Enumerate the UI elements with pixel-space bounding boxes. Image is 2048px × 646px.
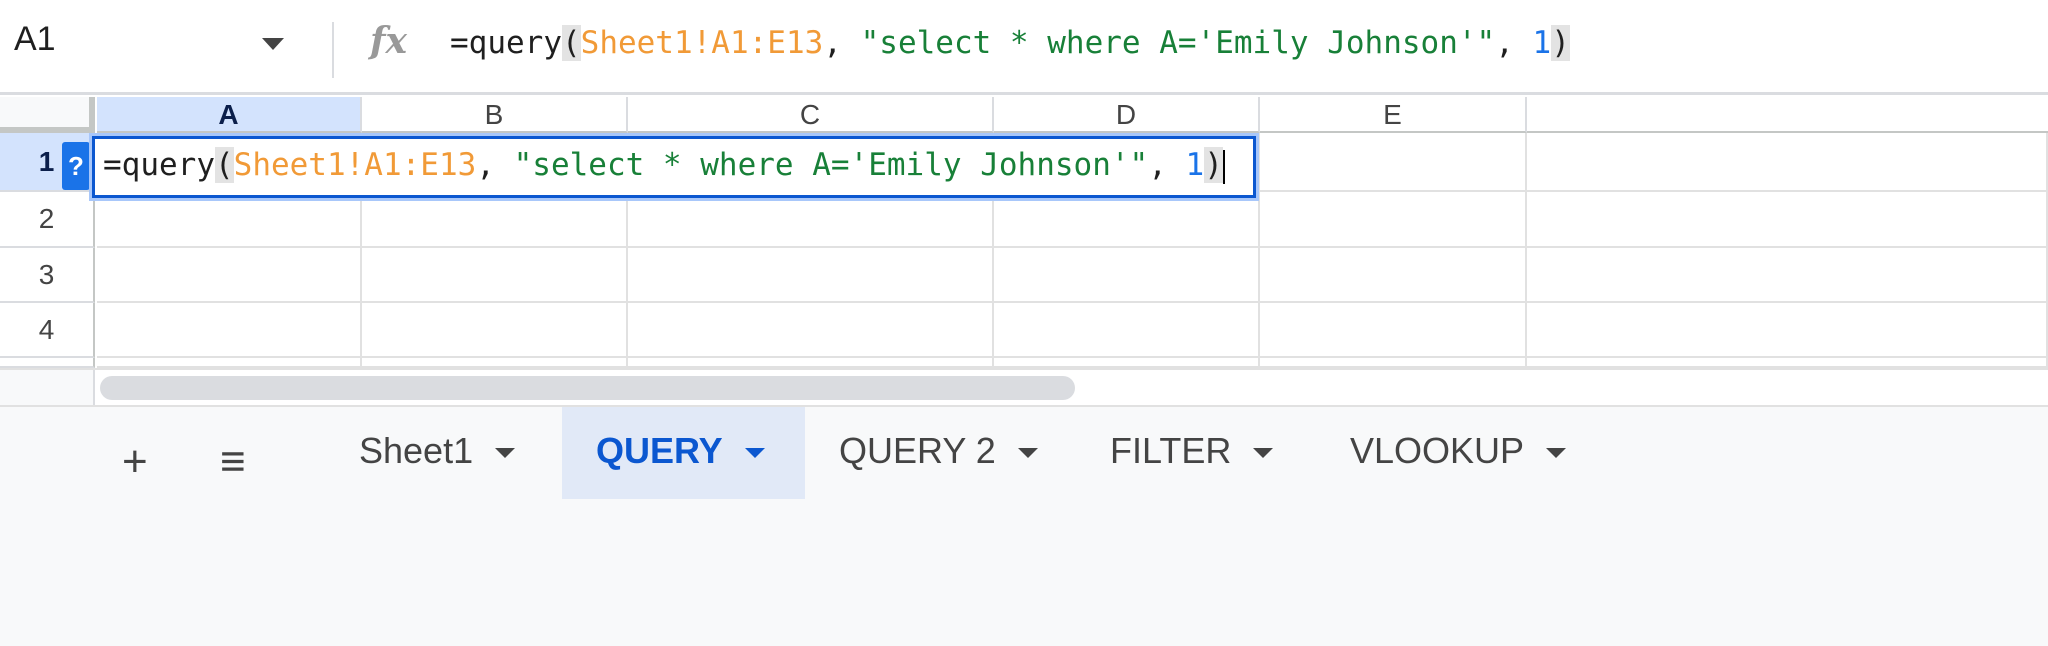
name-box[interactable]: A1: [14, 20, 56, 59]
tab-filter[interactable]: FILTER: [1076, 407, 1316, 499]
column-header-b[interactable]: B: [362, 97, 628, 133]
add-sheet-button[interactable]: +: [122, 437, 148, 487]
select-all-corner[interactable]: [0, 97, 95, 133]
cell-B3[interactable]: [362, 248, 628, 303]
formula-sep: ,: [476, 147, 514, 183]
cell-C3[interactable]: [628, 248, 994, 303]
tab-dropdown-icon[interactable]: [744, 448, 765, 459]
formula-help-button[interactable]: ?: [62, 142, 90, 190]
cell-A4[interactable]: [97, 303, 362, 358]
cell-D4[interactable]: [994, 303, 1260, 358]
cell-D3[interactable]: [994, 248, 1260, 303]
close-paren: ): [1551, 25, 1570, 61]
close-paren: ): [1204, 147, 1223, 183]
row-header-5[interactable]: [0, 358, 95, 368]
name-box-dropdown-icon[interactable]: [262, 38, 284, 50]
tab-query[interactable]: QUERY: [562, 407, 805, 499]
scrollbar-corner: [0, 370, 95, 407]
column-header-e[interactable]: E: [1260, 97, 1527, 133]
formula-function: =query: [450, 25, 562, 61]
tab-label: QUERY: [596, 430, 723, 471]
formula-sep: ,: [823, 25, 861, 61]
formula-number: 1: [1532, 25, 1552, 61]
tab-sheet1[interactable]: Sheet1: [325, 407, 562, 499]
cell-F5[interactable]: [1527, 358, 2048, 368]
tab-dropdown-icon[interactable]: [1017, 448, 1038, 459]
row-header-3[interactable]: 3: [0, 248, 95, 303]
column-header-f[interactable]: [1527, 97, 2048, 133]
tab-label: VLOOKUP: [1350, 430, 1525, 471]
tab-label: Sheet1: [359, 430, 474, 471]
tab-query-2[interactable]: QUERY 2: [805, 407, 1075, 499]
column-header-c[interactable]: C: [628, 97, 994, 133]
cell-D5[interactable]: [994, 358, 1260, 368]
column-header-a[interactable]: A: [97, 97, 362, 133]
cell-E4[interactable]: [1260, 303, 1527, 358]
cell-E1[interactable]: [1260, 133, 1527, 192]
row-header-4[interactable]: 4: [0, 303, 95, 358]
formula-string: "select * where A='Emily Johnson'": [513, 147, 1149, 183]
divider: [332, 22, 334, 78]
tab-dropdown-icon[interactable]: [495, 448, 516, 459]
cell-C2[interactable]: [628, 192, 994, 248]
tab-dropdown-icon[interactable]: [1253, 448, 1274, 459]
tab-dropdown-icon[interactable]: [1546, 448, 1567, 459]
cell-A3[interactable]: [97, 248, 362, 303]
cell-B5[interactable]: [362, 358, 628, 368]
open-paren: (: [214, 147, 234, 183]
formula-function: =query: [103, 147, 215, 183]
row-header-2[interactable]: 2: [0, 192, 95, 248]
cell-E2[interactable]: [1260, 192, 1527, 248]
cell-C4[interactable]: [628, 303, 994, 358]
cell-C5[interactable]: [628, 358, 994, 368]
cell-F2[interactable]: [1527, 192, 2048, 248]
formula-bar: A1 fx =query(Sheet1!A1:E13, "select * wh…: [0, 0, 2048, 95]
cell-E3[interactable]: [1260, 248, 1527, 303]
cell-B4[interactable]: [362, 303, 628, 358]
formula-range: Sheet1!A1:E13: [580, 25, 824, 61]
tab-label: FILTER: [1110, 430, 1232, 471]
all-sheets-menu-icon[interactable]: ≡: [220, 437, 246, 487]
cell-D2[interactable]: [994, 192, 1260, 248]
column-header-d[interactable]: D: [994, 97, 1260, 133]
open-paren: (: [561, 25, 581, 61]
horizontal-scrollbar[interactable]: [0, 368, 2048, 407]
cell-B2[interactable]: [362, 192, 628, 248]
cell-F3[interactable]: [1527, 248, 2048, 303]
formula-string: "select * where A='Emily Johnson'": [860, 25, 1496, 61]
cell-A2[interactable]: [97, 192, 362, 248]
tab-label: QUERY 2: [839, 430, 996, 471]
formula-number: 1: [1185, 147, 1205, 183]
scrollbar-thumb[interactable]: [100, 376, 1075, 400]
tab-vlookup[interactable]: VLOOKUP: [1316, 407, 1616, 499]
cell-F4[interactable]: [1527, 303, 2048, 358]
formula-input[interactable]: =query(Sheet1!A1:E13, "select * where A=…: [450, 25, 1570, 61]
cell-F1[interactable]: [1527, 133, 2048, 192]
formula-range: Sheet1!A1:E13: [233, 147, 477, 183]
cell-E5[interactable]: [1260, 358, 1527, 368]
fx-icon: fx: [370, 20, 407, 62]
cell-editor-a1[interactable]: =query(Sheet1!A1:E13, "select * where A=…: [92, 136, 1256, 198]
sheet-tabs-bar: + ≡ Sheet1 QUERY QUERY 2 FILTER VLOOKUP: [0, 405, 2048, 646]
formula-sep: ,: [1148, 147, 1186, 183]
cell-A5[interactable]: [97, 358, 362, 368]
text-caret: [1222, 149, 1225, 184]
formula-sep: ,: [1495, 25, 1533, 61]
